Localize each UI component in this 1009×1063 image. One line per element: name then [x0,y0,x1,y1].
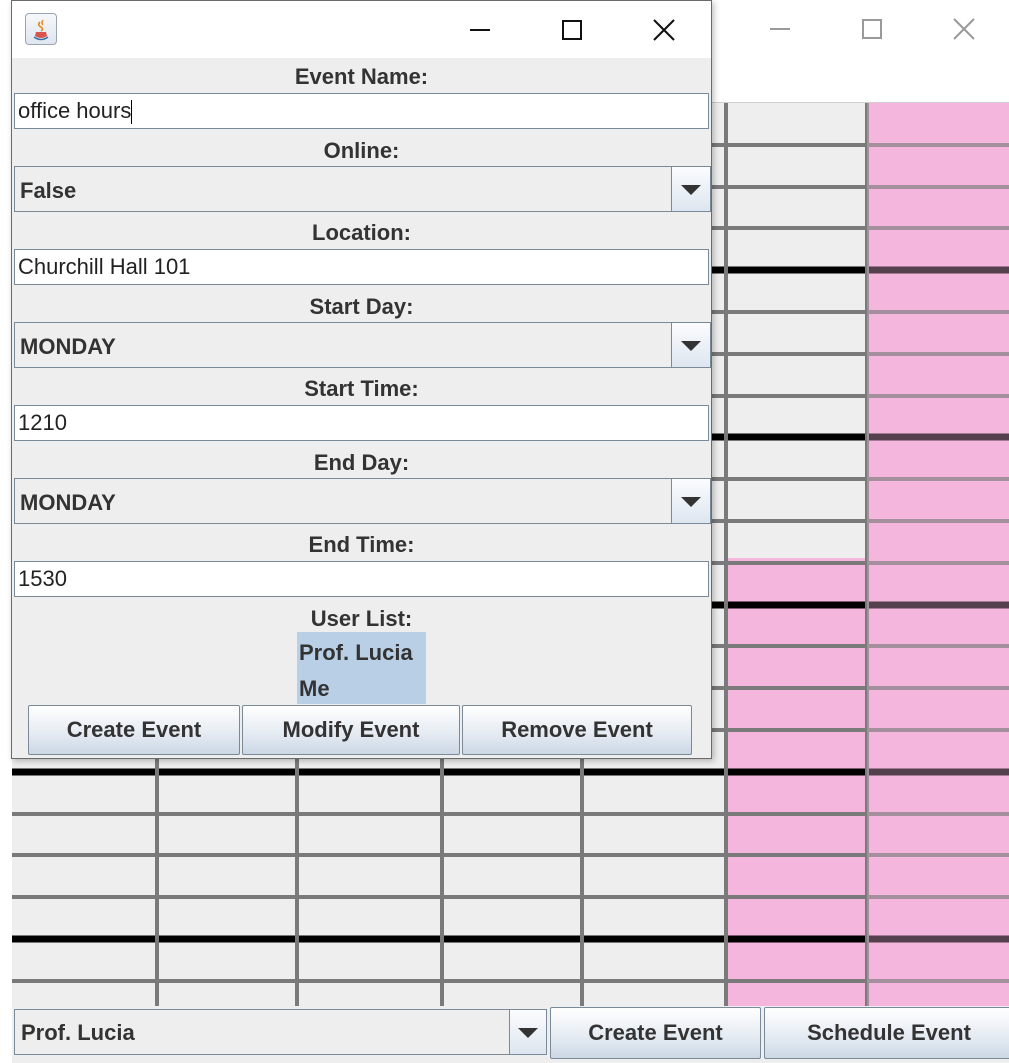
chevron-down-icon[interactable] [671,479,710,523]
online-select-value: False [20,178,77,203]
user-select[interactable]: Prof. Lucia [14,1009,547,1055]
chevron-down-icon[interactable] [509,1010,546,1054]
event-dialog: Event Name: office hours Online: False L… [11,0,712,759]
main-create-event-button[interactable]: Create Event [550,1007,761,1059]
user-list-label: User List: [310,606,413,631]
java-icon [25,13,57,45]
chevron-down-icon[interactable] [671,323,710,367]
list-item[interactable]: Me [299,676,330,702]
user-list[interactable]: Prof. Lucia Me [297,632,426,704]
location-label: Location: [312,220,411,245]
maximize-icon[interactable] [852,14,892,44]
minimize-icon[interactable] [460,15,500,45]
start-day-select[interactable]: MONDAY [14,322,711,368]
end-day-select[interactable]: MONDAY [14,478,711,524]
close-icon[interactable] [944,14,984,44]
chevron-down-icon[interactable] [671,167,710,211]
modify-event-button[interactable]: Modify Event [242,705,460,755]
event-name-label: Event Name: [294,64,429,89]
close-icon[interactable] [644,15,684,45]
end-time-field[interactable]: 1530 [14,561,709,597]
start-day-label: Start Day: [309,294,414,319]
main-window-title-controls [760,14,1009,44]
end-day-select-value: MONDAY [20,490,116,515]
dialog-title-bar[interactable] [12,1,711,58]
create-event-button[interactable]: Create Event [28,705,240,755]
end-day-label: End Day: [313,450,410,475]
schedule-event-button[interactable]: Schedule Event [764,1007,1009,1059]
start-time-field[interactable]: 1210 [14,405,709,441]
online-select[interactable]: False [14,166,711,212]
event-name-field[interactable]: office hours [14,93,709,129]
start-time-label: Start Time: [304,376,419,401]
maximize-icon[interactable] [552,15,592,45]
start-day-select-value: MONDAY [20,334,116,359]
end-time-label: End Time: [308,532,415,557]
main-bottom-bar: Prof. Lucia Create Event Schedule Event [12,1006,1009,1063]
minimize-icon[interactable] [760,14,800,44]
online-label: Online: [323,138,400,163]
remove-event-button[interactable]: Remove Event [462,705,692,755]
location-field[interactable]: Churchill Hall 101 [14,249,709,285]
text-caret [131,100,133,125]
user-select-value: Prof. Lucia [21,1020,135,1045]
list-item[interactable]: Prof. Lucia [299,640,413,666]
event-overlay [867,103,1009,1007]
event-name-value: office hours [18,98,132,123]
